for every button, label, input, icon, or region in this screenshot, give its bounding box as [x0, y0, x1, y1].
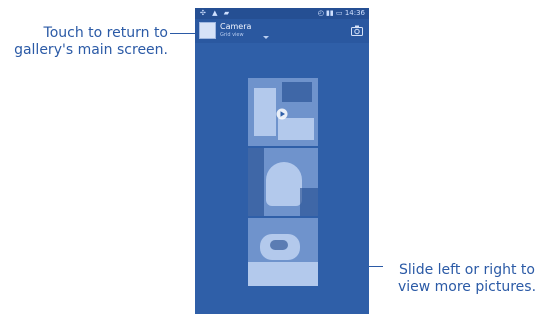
gallery-home-icon[interactable] [199, 22, 216, 39]
status-right-area: ◴ ▮▮ ▭ 14:36 [318, 8, 365, 19]
callout-left-text: Touch to return to gallery's main screen… [14, 25, 168, 58]
thumbnail-content [248, 148, 264, 216]
album-title[interactable]: Camera [220, 22, 251, 31]
callout-right-text: Slide left or right to view more picture… [397, 262, 537, 295]
thumbnail-content [254, 88, 276, 136]
thumbnail-content [266, 162, 302, 206]
status-bar: ✣ ▲ ▰ ◴ ▮▮ ▭ 14:36 [195, 8, 369, 19]
thumbnail-content [248, 262, 318, 286]
signal-battery-icon: ◴ ▮▮ ▭ [317, 9, 343, 17]
thumbnail-content [270, 240, 288, 250]
media-thumbnail[interactable] [248, 78, 318, 146]
thumbnail-content [282, 82, 312, 102]
view-mode-label[interactable]: Grid view [220, 32, 244, 38]
callout-slide-more-pictures: Slide left or right to view more picture… [388, 262, 546, 296]
callout-return-to-gallery: Touch to return to gallery's main screen… [0, 25, 168, 59]
view-mode-dropdown-icon[interactable] [263, 36, 269, 39]
thumbnail-content [278, 118, 314, 140]
status-time: 14:36 [344, 9, 365, 17]
thumbnail-content [300, 188, 318, 216]
camera-icon[interactable] [351, 25, 363, 36]
action-bar: Camera Grid view [195, 19, 369, 43]
phone-screen: ✣ ▲ ▰ ◴ ▮▮ ▭ 14:36 Camera Grid view [195, 8, 369, 314]
play-icon[interactable] [276, 108, 288, 120]
status-notification-icons: ✣ ▲ ▰ [200, 9, 232, 17]
media-thumbnail[interactable] [248, 148, 318, 216]
callout-left-leader [170, 33, 197, 34]
media-thumbnail[interactable] [248, 218, 318, 286]
